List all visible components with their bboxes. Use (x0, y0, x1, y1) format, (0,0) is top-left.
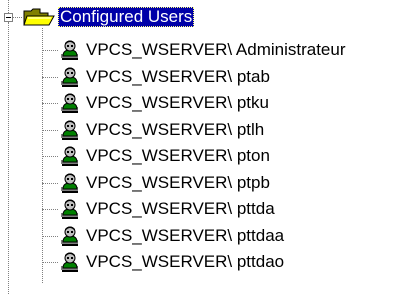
tree-node-label[interactable]: Configured Users (58, 7, 195, 27)
tree-line-branch (42, 156, 58, 157)
tree-node-label[interactable]: VPCS_WSERVER\ pttda (86, 199, 275, 219)
user-icon (60, 145, 80, 167)
tree-node-label[interactable]: VPCS_WSERVER\ pttdao (86, 252, 284, 272)
tree-node-label[interactable]: VPCS_WSERVER\ pton (86, 146, 270, 166)
collapse-toggle[interactable] (4, 13, 13, 22)
user-icon (60, 39, 80, 61)
users-tree-view[interactable]: Configured Users VPCS_WSERVER\ Administr… (0, 0, 410, 294)
tree-node-user[interactable]: VPCS_WSERVER\ ptab (60, 66, 270, 88)
tree-line-branch (42, 129, 58, 131)
tree-node-user[interactable]: VPCS_WSERVER\ pton (60, 145, 270, 167)
tree-line-branch (42, 209, 58, 210)
tree-node-user[interactable]: VPCS_WSERVER\ ptpb (60, 172, 270, 194)
tree-node-label[interactable]: VPCS_WSERVER\ Administrateur (86, 40, 346, 60)
tree-node-configured-users[interactable]: Configured Users (22, 6, 195, 28)
tree-line-branch (42, 103, 58, 104)
tree-node-label[interactable]: VPCS_WSERVER\ ptab (86, 67, 270, 87)
tree-node-label[interactable]: VPCS_WSERVER\ pttdaa (86, 226, 284, 246)
tree-node-user[interactable]: VPCS_WSERVER\ ptku (60, 92, 269, 114)
user-icon (60, 225, 80, 247)
user-icon (60, 251, 80, 273)
tree-line-branch (42, 182, 58, 184)
tree-node-label[interactable]: VPCS_WSERVER\ ptpb (86, 173, 270, 193)
tree-node-user[interactable]: VPCS_WSERVER\ pttdao (60, 251, 284, 273)
tree-node-user[interactable]: VPCS_WSERVER\ Administrateur (60, 39, 346, 61)
user-icon (60, 119, 80, 141)
open-folder-icon (23, 8, 55, 26)
tree-line-branch (42, 50, 58, 51)
tree-line-branch (42, 76, 58, 78)
tree-line-root-lower (8, 22, 9, 294)
user-icon (60, 172, 80, 194)
tree-node-user[interactable]: VPCS_WSERVER\ pttdaa (60, 225, 284, 247)
user-icon (60, 92, 80, 114)
tree-node-user[interactable]: VPCS_WSERVER\ ptlh (60, 119, 264, 141)
tree-line-branch (42, 262, 58, 263)
tree-line-branch (42, 235, 58, 237)
tree-node-label[interactable]: VPCS_WSERVER\ ptku (86, 93, 269, 113)
user-icon (60, 66, 80, 88)
tree-line-root (8, 0, 9, 13)
tree-line-root-branch (13, 17, 22, 18)
tree-node-user[interactable]: VPCS_WSERVER\ pttda (60, 198, 275, 220)
user-icon (60, 198, 80, 220)
tree-node-label[interactable]: VPCS_WSERVER\ ptlh (86, 120, 264, 140)
